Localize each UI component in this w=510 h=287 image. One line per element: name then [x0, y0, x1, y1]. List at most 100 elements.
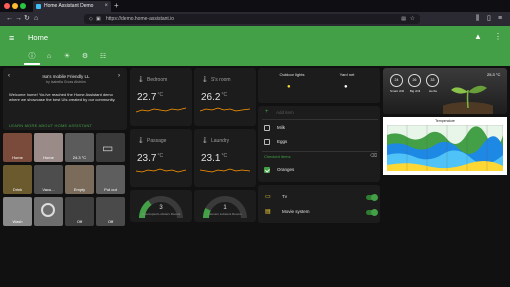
back-icon[interactable]: ← — [6, 12, 13, 26]
new-tab-button[interactable]: + — [114, 0, 119, 12]
checked-items-title: Checked items — [264, 154, 291, 159]
divider — [262, 119, 378, 120]
tile-off-1[interactable]: Off — [65, 197, 94, 226]
lock-icon: ▣ — [96, 16, 101, 22]
sensor-name: S's room — [211, 77, 231, 83]
maximize-window-button[interactable] — [20, 3, 26, 9]
light-name: Outdoor lights — [279, 72, 305, 77]
more-options-icon[interactable]: ⋮ — [494, 32, 502, 41]
list-item[interactable]: Eggs — [277, 139, 287, 144]
shield-icon: ◇ — [89, 16, 93, 22]
add-item-input[interactable]: Add item — [276, 110, 294, 115]
badge-herbs[interactable]: 33 — [426, 74, 439, 87]
sidebar-icon[interactable]: ▯ — [487, 12, 491, 26]
washer-icon — [41, 203, 55, 217]
lightbulb-icon[interactable]: ● — [287, 84, 291, 90]
chevron-right-icon[interactable]: › — [118, 73, 120, 79]
tab-lights[interactable]: ☀ — [58, 50, 76, 64]
reader-icon[interactable]: ▤ — [401, 14, 406, 24]
speaker-icon: ▤ — [265, 209, 271, 215]
tile-empty[interactable]: Empty — [65, 165, 94, 194]
gauge-card-1[interactable]: 3 Unoccupied Lobsters Rooms — [130, 190, 192, 222]
switches-card: ▭ Tv ▤ Movie system — [258, 185, 380, 223]
sensor-card-s-room[interactable]: 🌡 S's room 26.2°C — [194, 68, 256, 126]
shopping-list-card: + Add item Milk Eggs Checked items ⌫ Ora… — [258, 106, 380, 182]
divider — [262, 151, 378, 152]
sensor-sparkline — [200, 107, 250, 112]
tab-sitemap[interactable]: ☷ — [94, 50, 112, 64]
close-window-button[interactable] — [4, 3, 10, 9]
url-bar[interactable]: ◇ ▣ https://demo.home-assistant.io ▤ ☆ — [84, 14, 420, 24]
thermometer-icon: 🌡 — [201, 77, 209, 83]
clear-checked-icon[interactable]: ⌫ — [370, 153, 377, 159]
url-text: https://demo.home-assistant.io — [106, 16, 175, 22]
tile-drink[interactable]: Drink — [3, 165, 32, 194]
browser-window: Home Assistant Demo × + ← → ↻ ⌂ ◇ ▣ http… — [0, 0, 510, 287]
list-item[interactable]: Oranges — [277, 167, 294, 172]
item-checkbox-checked[interactable] — [264, 167, 270, 173]
lightbulb-icon[interactable]: ● — [344, 84, 348, 90]
gauge-value: 3 — [159, 205, 163, 211]
home-browser-icon[interactable]: ⌂ — [34, 12, 38, 26]
tv-toggle[interactable] — [366, 194, 378, 201]
badge-smart-chill[interactable]: 24 — [390, 74, 403, 87]
page-title: Home — [28, 33, 49, 42]
plant-image — [443, 85, 493, 114]
notifications-icon[interactable]: ▲ — [474, 32, 482, 41]
tile-heating[interactable]: 24.3 °C — [65, 133, 94, 162]
tv-icon: ▭ — [265, 194, 271, 200]
tile-off-2[interactable]: Off — [96, 197, 125, 226]
light-name: Yard net — [339, 72, 355, 77]
tile-put-out[interactable]: Put out — [96, 165, 125, 194]
gauge-card-2[interactable]: 1 Homers Lobsters Rooms — [194, 190, 256, 222]
car-icon: ▭ — [102, 141, 114, 155]
tab-info[interactable]: ⓘ — [23, 50, 41, 64]
minimize-window-button[interactable] — [12, 3, 18, 9]
item-checkbox[interactable] — [264, 125, 270, 131]
badge-big-chill[interactable]: 26 — [408, 74, 421, 87]
forward-icon[interactable]: → — [15, 12, 22, 26]
tab-home[interactable]: ⌂ — [40, 50, 58, 64]
sensor-card-bedroom[interactable]: 🌡 Bedroom 22.7°C — [130, 68, 192, 126]
tile-home-2[interactable]: Home — [34, 133, 63, 162]
navigation-bar: ← → ↻ ⌂ ◇ ▣ https://demo.home-assistant.… — [0, 12, 510, 26]
list-item[interactable]: Milk — [277, 125, 285, 130]
tile-vacuum[interactable]: Vacu... — [34, 165, 63, 194]
reload-icon[interactable]: ↻ — [24, 12, 30, 26]
tile-dryer[interactable] — [34, 197, 63, 226]
badge-label: Big chill — [409, 89, 421, 93]
close-tab-icon[interactable]: × — [104, 1, 108, 12]
badge-label: Smart chill — [389, 89, 404, 93]
tab-network[interactable]: ⚙ — [76, 50, 94, 64]
movie-system-toggle[interactable] — [366, 209, 378, 216]
sensor-name: Passage — [147, 138, 167, 144]
browser-tab[interactable]: Home Assistant Demo × — [33, 1, 111, 12]
temperature-readout: 25.3 °C — [487, 72, 501, 77]
welcome-subtitle[interactable]: by Isabella Gross Alström — [23, 80, 109, 84]
chevron-left-icon[interactable]: ‹ — [8, 73, 10, 79]
browser-menu-icon[interactable]: ≡ — [498, 12, 502, 26]
temperature-map — [387, 125, 503, 171]
add-item-icon[interactable]: + — [265, 109, 269, 115]
thermometer-icon: 🌡 — [137, 77, 145, 83]
sensor-card-laundry[interactable]: 🌡 Laundry 23.1°C — [194, 129, 256, 187]
switch-name: Movie system — [282, 209, 310, 214]
favicon-icon — [36, 4, 41, 9]
tab-strip: Home Assistant Demo × + — [0, 0, 510, 12]
learn-more-link[interactable]: LEARN MORE ABOUT HOME ASSISTANT — [9, 123, 92, 128]
library-icon[interactable]: ⫼ — [476, 12, 479, 26]
bookmark-star-icon[interactable]: ☆ — [410, 14, 415, 24]
sensor-card-passage[interactable]: 🌡 Passage 23.7°C — [130, 129, 192, 187]
sensor-name: Laundry — [211, 138, 230, 144]
hamburger-menu-icon[interactable]: ≡ — [9, 33, 14, 43]
camera-image[interactable]: Temperature — [383, 117, 507, 175]
gauge-label: Homers Lobsters Rooms — [208, 212, 242, 216]
weather-picture-card[interactable]: 24 26 33 Smart chill Big chill Herbs 25.… — [383, 68, 507, 114]
tile-wash[interactable]: Wash — [3, 197, 32, 226]
item-checkbox[interactable] — [264, 139, 270, 145]
tile-home-1[interactable]: Home — [3, 133, 32, 162]
sensor-value: 23.7°C — [137, 153, 164, 164]
app-header: ≡ Home ▲ ⋮ ⓘ ⌂ ☀ ⚙ ☷ — [0, 26, 510, 66]
gauge-label: Unoccupied Lobsters Rooms — [141, 212, 181, 216]
tile-car[interactable]: ▭ — [96, 133, 125, 162]
